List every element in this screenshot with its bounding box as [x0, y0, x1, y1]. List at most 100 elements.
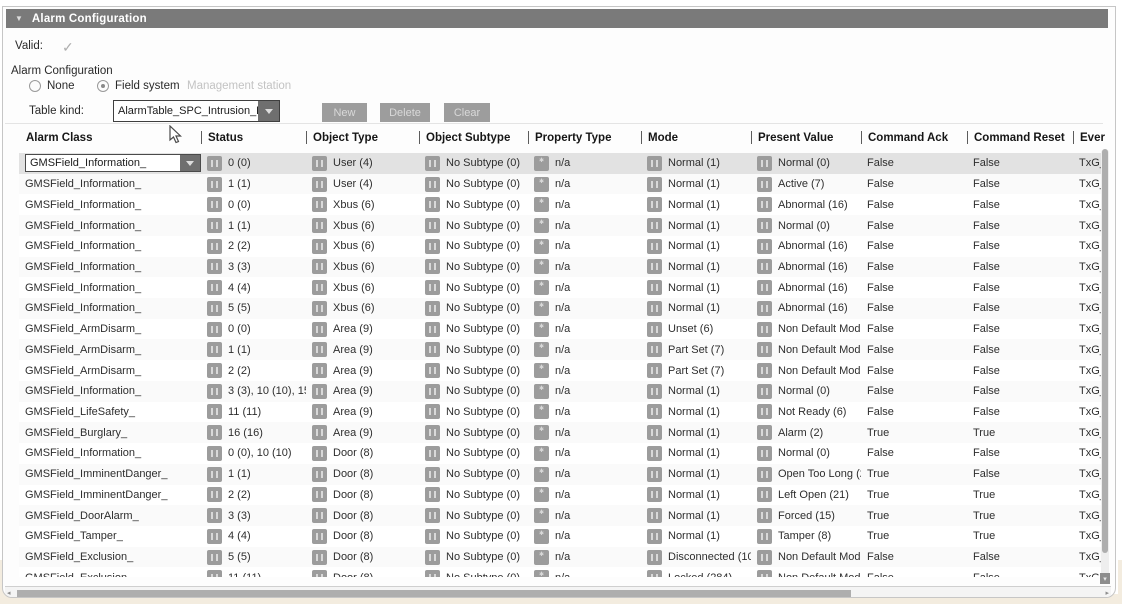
pause-icon[interactable] [312, 425, 327, 440]
pause-icon[interactable] [425, 218, 440, 233]
pause-icon[interactable] [425, 363, 440, 378]
table-row[interactable]: GMSField_Information_1 (1)Xbus (6)No Sub… [19, 215, 1106, 236]
table-row[interactable]: GMSField_Tamper_4 (4)Door (8)No Subtype … [19, 526, 1106, 547]
pause-icon[interactable] [207, 322, 222, 337]
horizontal-scrollbar-thumb[interactable] [17, 590, 851, 597]
pause-icon[interactable] [207, 218, 222, 233]
pause-icon[interactable] [647, 508, 662, 523]
star-icon[interactable] [534, 487, 549, 502]
table-row[interactable]: GMSField_Information_0 (0)User (4)No Sub… [19, 153, 1106, 174]
table-row[interactable]: GMSField_DoorAlarm_3 (3)Door (8)No Subty… [19, 505, 1106, 526]
star-icon[interactable] [534, 384, 549, 399]
star-icon[interactable] [534, 342, 549, 357]
star-icon[interactable] [534, 156, 549, 171]
pause-icon[interactable] [647, 363, 662, 378]
table-row[interactable]: GMSField_ArmDisarm_0 (0)Area (9)No Subty… [19, 319, 1106, 340]
pause-icon[interactable] [647, 301, 662, 316]
star-icon[interactable] [534, 508, 549, 523]
pause-icon[interactable] [425, 508, 440, 523]
table-row[interactable]: GMSField_Exclusion_11 (11)Door (8)No Sub… [19, 567, 1106, 577]
pause-icon[interactable] [312, 487, 327, 502]
star-icon[interactable] [534, 239, 549, 254]
star-icon[interactable] [534, 529, 549, 544]
star-icon[interactable] [534, 467, 549, 482]
pause-icon[interactable] [757, 239, 772, 254]
table-row[interactable]: GMSField_Information_1 (1)User (4)No Sub… [19, 174, 1106, 195]
column-header-command_reset[interactable]: Command Reset [967, 127, 1073, 148]
pause-icon[interactable] [647, 259, 662, 274]
pause-icon[interactable] [647, 197, 662, 212]
pause-icon[interactable] [207, 487, 222, 502]
radio-field-system-circle-icon[interactable] [97, 80, 109, 92]
pause-icon[interactable] [647, 529, 662, 544]
pause-icon[interactable] [312, 529, 327, 544]
table-row[interactable]: GMSField_Information_4 (4)Xbus (6)No Sub… [19, 277, 1106, 298]
radio-none-circle-icon[interactable] [29, 80, 41, 92]
table-row[interactable]: GMSField_Information_0 (0)Xbus (6)No Sub… [19, 194, 1106, 215]
pause-icon[interactable] [647, 487, 662, 502]
pause-icon[interactable] [647, 570, 662, 577]
pause-icon[interactable] [312, 197, 327, 212]
horizontal-scrollbar[interactable]: ◂ ▸ [5, 586, 1111, 598]
column-header-property_type[interactable]: Property Type [528, 127, 641, 148]
section-titlebar[interactable]: ▼ Alarm Configuration [6, 9, 1108, 28]
pause-icon[interactable] [425, 322, 440, 337]
pause-icon[interactable] [647, 550, 662, 565]
star-icon[interactable] [534, 570, 549, 577]
star-icon[interactable] [534, 280, 549, 295]
pause-icon[interactable] [647, 446, 662, 461]
pause-icon[interactable] [312, 446, 327, 461]
pause-icon[interactable] [312, 342, 327, 357]
column-header-mode[interactable]: Mode [641, 127, 751, 148]
pause-icon[interactable] [425, 156, 440, 171]
pause-icon[interactable] [425, 197, 440, 212]
collapse-triangle-icon[interactable]: ▼ [15, 14, 23, 23]
pause-icon[interactable] [757, 570, 772, 577]
column-header-status[interactable]: Status [201, 127, 306, 148]
pause-icon[interactable] [757, 529, 772, 544]
pause-icon[interactable] [425, 280, 440, 295]
pause-icon[interactable] [647, 404, 662, 419]
pause-icon[interactable] [207, 301, 222, 316]
table-row[interactable]: GMSField_ImminentDanger_2 (2)Door (8)No … [19, 485, 1106, 506]
vertical-scrollbar[interactable] [1101, 149, 1109, 581]
pause-icon[interactable] [757, 218, 772, 233]
star-icon[interactable] [534, 301, 549, 316]
table-row[interactable]: GMSField_Information_3 (3), 10 (10), 15 … [19, 381, 1106, 402]
pause-icon[interactable] [207, 446, 222, 461]
pause-icon[interactable] [312, 363, 327, 378]
table-row[interactable]: GMSField_ImminentDanger_1 (1)Door (8)No … [19, 464, 1106, 485]
pause-icon[interactable] [647, 342, 662, 357]
pause-icon[interactable] [207, 467, 222, 482]
pause-icon[interactable] [425, 301, 440, 316]
pause-icon[interactable] [757, 197, 772, 212]
pause-icon[interactable] [312, 239, 327, 254]
chevron-down-icon[interactable] [258, 101, 279, 121]
column-header-command_ack[interactable]: Command Ack [861, 127, 967, 148]
table-row[interactable]: GMSField_Exclusion_5 (5)Door (8)No Subty… [19, 547, 1106, 568]
pause-icon[interactable] [757, 404, 772, 419]
pause-icon[interactable] [312, 550, 327, 565]
pause-icon[interactable] [757, 156, 772, 171]
table-kind-combobox[interactable]: AlarmTable_SPC_Intrusion_Device [113, 100, 280, 122]
pause-icon[interactable] [207, 529, 222, 544]
pause-icon[interactable] [312, 508, 327, 523]
star-icon[interactable] [534, 446, 549, 461]
pause-icon[interactable] [425, 342, 440, 357]
pause-icon[interactable] [647, 467, 662, 482]
pause-icon[interactable] [425, 570, 440, 577]
pause-icon[interactable] [647, 239, 662, 254]
pause-icon[interactable] [312, 156, 327, 171]
pause-icon[interactable] [207, 425, 222, 440]
pause-icon[interactable] [425, 177, 440, 192]
scroll-down-arrow-icon[interactable]: ▾ [1100, 573, 1110, 584]
pause-icon[interactable] [647, 177, 662, 192]
pause-icon[interactable] [207, 404, 222, 419]
pause-icon[interactable] [647, 322, 662, 337]
pause-icon[interactable] [425, 529, 440, 544]
star-icon[interactable] [534, 177, 549, 192]
pause-icon[interactable] [647, 425, 662, 440]
star-icon[interactable] [534, 363, 549, 378]
pause-icon[interactable] [757, 384, 772, 399]
pause-icon[interactable] [757, 301, 772, 316]
